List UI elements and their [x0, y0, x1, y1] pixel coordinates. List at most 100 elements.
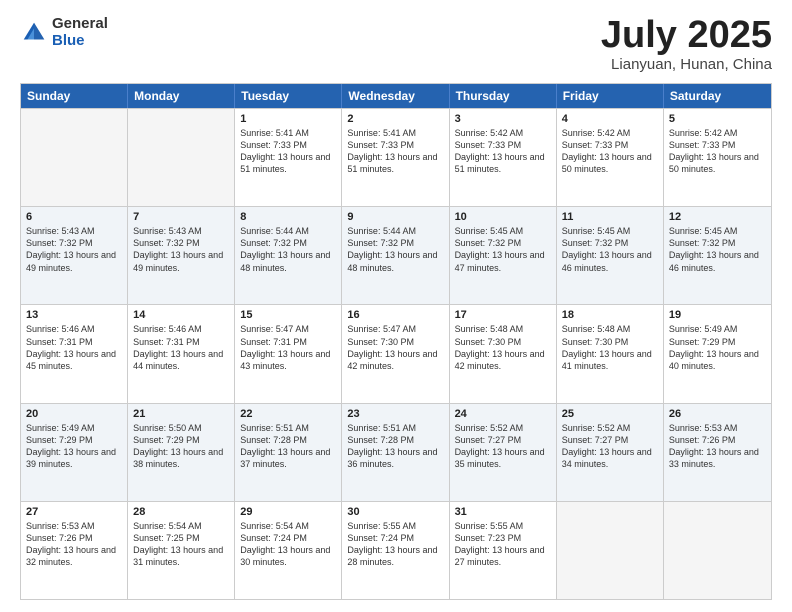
cell-date: 7	[133, 211, 229, 223]
day-cell-9: 9 Sunrise: 5:44 AM Sunset: 7:32 PM Daylig…	[342, 207, 449, 304]
calendar-row-4: 27 Sunrise: 5:53 AM Sunset: 7:26 PM Dayli…	[21, 501, 771, 599]
day-cell-15: 15 Sunrise: 5:47 AM Sunset: 7:31 PM Dayli…	[235, 305, 342, 402]
cell-info: Sunrise: 5:53 AM Sunset: 7:26 PM Dayligh…	[669, 422, 766, 471]
cell-date: 8	[240, 211, 336, 223]
cell-info: Sunrise: 5:54 AM Sunset: 7:24 PM Dayligh…	[240, 520, 336, 569]
cell-date: 27	[26, 506, 122, 518]
cell-date: 23	[347, 408, 443, 420]
day-cell-6: 6Sunrise: 5:43 AM Sunset: 7:32 PM Daylig…	[21, 207, 128, 304]
day-cell-22: 22 Sunrise: 5:51 AM Sunset: 7:28 PM Dayli…	[235, 404, 342, 501]
cell-date: 17	[455, 309, 551, 321]
cell-info: Sunrise: 5:47 AM Sunset: 7:31 PM Dayligh…	[240, 323, 336, 372]
cell-info: Sunrise: 5:41 AM Sunset: 7:33 PM Dayligh…	[347, 127, 443, 176]
day-cell-4: 4 Sunrise: 5:42 AM Sunset: 7:33 PM Daylig…	[557, 109, 664, 206]
day-cell-18: 18 Sunrise: 5:48 AM Sunset: 7:30 PM Dayli…	[557, 305, 664, 402]
day-cell-16: 16Sunrise: 5:47 AM Sunset: 7:30 PM Dayli…	[342, 305, 449, 402]
cell-info: Sunrise: 5:45 AM Sunset: 7:32 PM Dayligh…	[669, 225, 766, 274]
cell-date: 21	[133, 408, 229, 420]
day-cell-21: 21 Sunrise: 5:50 AM Sunset: 7:29 PM Dayli…	[128, 404, 235, 501]
logo-icon	[20, 19, 48, 47]
cell-info: Sunrise: 5:50 AM Sunset: 7:29 PM Dayligh…	[133, 422, 229, 471]
calendar-row-2: 13 Sunrise: 5:46 AM Sunset: 7:31 PM Dayli…	[21, 304, 771, 402]
cell-info: Sunrise: 5:52 AM Sunset: 7:27 PM Dayligh…	[562, 422, 658, 471]
cell-info: Sunrise: 5:47 AM Sunset: 7:30 PM Dayligh…	[347, 323, 443, 372]
weekday-header-monday: Monday	[128, 84, 235, 108]
day-cell-19: 19 Sunrise: 5:49 AM Sunset: 7:29 PM Dayli…	[664, 305, 771, 402]
cell-info: Sunrise: 5:46 AM Sunset: 7:31 PM Dayligh…	[133, 323, 229, 372]
cell-info: Sunrise: 5:52 AM Sunset: 7:27 PM Dayligh…	[455, 422, 551, 471]
calendar-row-0: 1Sunrise: 5:41 AM Sunset: 7:33 PM Daylig…	[21, 108, 771, 206]
day-cell-2: 2Sunrise: 5:41 AM Sunset: 7:33 PM Daylig…	[342, 109, 449, 206]
day-cell-17: 17 Sunrise: 5:48 AM Sunset: 7:30 PM Dayli…	[450, 305, 557, 402]
page-header: General Blue July 2025 Lianyuan, Hunan, …	[20, 16, 772, 73]
day-cell-30: 30 Sunrise: 5:55 AM Sunset: 7:24 PM Dayli…	[342, 502, 449, 599]
cell-info: Sunrise: 5:45 AM Sunset: 7:32 PM Dayligh…	[455, 225, 551, 274]
day-cell-24: 24 Sunrise: 5:52 AM Sunset: 7:27 PM Dayli…	[450, 404, 557, 501]
empty-cell	[557, 502, 664, 599]
cell-info: Sunrise: 5:42 AM Sunset: 7:33 PM Dayligh…	[455, 127, 551, 176]
location-title: Lianyuan, Hunan, China	[601, 56, 772, 73]
cell-date: 15	[240, 309, 336, 321]
weekday-header-saturday: Saturday	[664, 84, 771, 108]
day-cell-1: 1Sunrise: 5:41 AM Sunset: 7:33 PM Daylig…	[235, 109, 342, 206]
calendar-page: General Blue July 2025 Lianyuan, Hunan, …	[0, 0, 792, 612]
day-cell-20: 20Sunrise: 5:49 AM Sunset: 7:29 PM Dayli…	[21, 404, 128, 501]
weekday-header-thursday: Thursday	[450, 84, 557, 108]
cell-date: 26	[669, 408, 766, 420]
cell-info: Sunrise: 5:41 AM Sunset: 7:33 PM Dayligh…	[240, 127, 336, 176]
cell-info: Sunrise: 5:49 AM Sunset: 7:29 PM Dayligh…	[669, 323, 766, 372]
logo-general: General	[52, 16, 108, 33]
cell-info: Sunrise: 5:55 AM Sunset: 7:23 PM Dayligh…	[455, 520, 551, 569]
calendar-row-3: 20Sunrise: 5:49 AM Sunset: 7:29 PM Dayli…	[21, 403, 771, 501]
cell-date: 28	[133, 506, 229, 518]
logo-blue: Blue	[52, 33, 108, 50]
day-cell-31: 31 Sunrise: 5:55 AM Sunset: 7:23 PM Dayli…	[450, 502, 557, 599]
day-cell-10: 10 Sunrise: 5:45 AM Sunset: 7:32 PM Dayli…	[450, 207, 557, 304]
cell-date: 14	[133, 309, 229, 321]
cell-info: Sunrise: 5:45 AM Sunset: 7:32 PM Dayligh…	[562, 225, 658, 274]
cell-date: 13	[26, 309, 122, 321]
cell-date: 3	[455, 113, 551, 125]
cell-date: 22	[240, 408, 336, 420]
cell-info: Sunrise: 5:51 AM Sunset: 7:28 PM Dayligh…	[240, 422, 336, 471]
day-cell-27: 27 Sunrise: 5:53 AM Sunset: 7:26 PM Dayli…	[21, 502, 128, 599]
cell-info: Sunrise: 5:44 AM Sunset: 7:32 PM Dayligh…	[347, 225, 443, 274]
logo-text: General Blue	[52, 16, 108, 49]
cell-info: Sunrise: 5:51 AM Sunset: 7:28 PM Dayligh…	[347, 422, 443, 471]
cell-info: Sunrise: 5:49 AM Sunset: 7:29 PM Dayligh…	[26, 422, 122, 471]
day-cell-26: 26 Sunrise: 5:53 AM Sunset: 7:26 PM Dayli…	[664, 404, 771, 501]
day-cell-5: 5 Sunrise: 5:42 AM Sunset: 7:33 PM Daylig…	[664, 109, 771, 206]
cell-date: 24	[455, 408, 551, 420]
cell-date: 29	[240, 506, 336, 518]
cell-date: 19	[669, 309, 766, 321]
month-title: July 2025	[601, 16, 772, 54]
cell-date: 30	[347, 506, 443, 518]
cell-info: Sunrise: 5:48 AM Sunset: 7:30 PM Dayligh…	[455, 323, 551, 372]
day-cell-3: 3 Sunrise: 5:42 AM Sunset: 7:33 PM Daylig…	[450, 109, 557, 206]
day-cell-11: 11 Sunrise: 5:45 AM Sunset: 7:32 PM Dayli…	[557, 207, 664, 304]
cell-info: Sunrise: 5:43 AM Sunset: 7:32 PM Dayligh…	[133, 225, 229, 274]
cell-info: Sunrise: 5:44 AM Sunset: 7:32 PM Dayligh…	[240, 225, 336, 274]
cell-info: Sunrise: 5:42 AM Sunset: 7:33 PM Dayligh…	[669, 127, 766, 176]
weekday-header-sunday: Sunday	[21, 84, 128, 108]
calendar: SundayMondayTuesdayWednesdayThursdayFrid…	[20, 83, 772, 600]
day-cell-29: 29 Sunrise: 5:54 AM Sunset: 7:24 PM Dayli…	[235, 502, 342, 599]
cell-date: 4	[562, 113, 658, 125]
cell-date: 5	[669, 113, 766, 125]
empty-cell	[128, 109, 235, 206]
cell-info: Sunrise: 5:53 AM Sunset: 7:26 PM Dayligh…	[26, 520, 122, 569]
cell-date: 9	[347, 211, 443, 223]
weekday-header-friday: Friday	[557, 84, 664, 108]
cell-info: Sunrise: 5:48 AM Sunset: 7:30 PM Dayligh…	[562, 323, 658, 372]
cell-date: 18	[562, 309, 658, 321]
cell-info: Sunrise: 5:42 AM Sunset: 7:33 PM Dayligh…	[562, 127, 658, 176]
cell-info: Sunrise: 5:54 AM Sunset: 7:25 PM Dayligh…	[133, 520, 229, 569]
cell-date: 10	[455, 211, 551, 223]
weekday-header-wednesday: Wednesday	[342, 84, 449, 108]
cell-date: 11	[562, 211, 658, 223]
cell-info: Sunrise: 5:55 AM Sunset: 7:24 PM Dayligh…	[347, 520, 443, 569]
cell-date: 12	[669, 211, 766, 223]
day-cell-13: 13Sunrise: 5:46 AM Sunset: 7:31 PM Dayli…	[21, 305, 128, 402]
calendar-body: 1Sunrise: 5:41 AM Sunset: 7:33 PM Daylig…	[21, 108, 771, 599]
cell-date: 31	[455, 506, 551, 518]
